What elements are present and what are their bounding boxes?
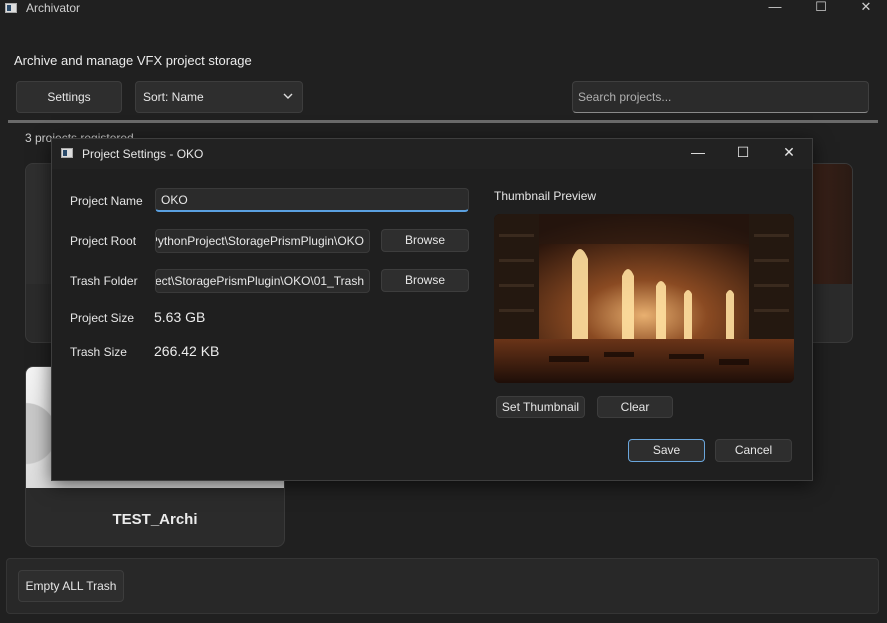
divider — [8, 120, 878, 123]
trash-folder-value: ject\StoragePrismPlugin\OKO\01_Trash — [155, 274, 364, 288]
page-subtitle: Archive and manage VFX project storage — [14, 53, 252, 68]
project-size-value: 5.63 GB — [154, 309, 206, 325]
maximize-icon[interactable]: ☐ — [729, 145, 757, 161]
dialog-title: Project Settings - OKO — [82, 147, 204, 161]
chevron-down-icon — [283, 82, 293, 124]
save-button[interactable]: Save — [628, 439, 705, 462]
dialog-titlebar: Project Settings - OKO — ☐ ✕ — [52, 139, 812, 169]
project-root-value: PythonProject\StoragePrismPlugin\OKO — [155, 234, 364, 248]
window-title: Archivator — [26, 1, 81, 15]
sort-dropdown[interactable]: Sort: Name — [135, 81, 303, 113]
project-name-label: Project Name — [70, 194, 143, 208]
project-root-label: Project Root — [70, 234, 137, 248]
minimize-icon[interactable]: — — [684, 145, 712, 161]
settings-button[interactable]: Settings — [16, 81, 122, 113]
project-root-input[interactable]: PythonProject\StoragePrismPlugin\OKO — [155, 229, 370, 253]
project-name: TEST_Archi — [112, 511, 198, 528]
trash-folder-label: Trash Folder — [70, 274, 138, 288]
maximize-icon[interactable]: ☐ — [798, 0, 844, 16]
cancel-button[interactable]: Cancel — [715, 439, 792, 462]
close-icon[interactable]: ✕ — [775, 145, 803, 161]
search-input[interactable]: Search projects... — [572, 81, 869, 113]
project-settings-dialog: Project Settings - OKO — ☐ ✕ Project Nam… — [51, 138, 813, 481]
window-titlebar: Archivator — ☐ ✕ — [0, 0, 887, 18]
empty-all-trash-button[interactable]: Empty ALL Trash — [18, 570, 124, 602]
thumbnail-preview-image — [494, 214, 794, 383]
app-icon — [61, 148, 73, 158]
bottom-bar — [6, 558, 879, 614]
app-icon — [5, 3, 17, 13]
clear-thumbnail-button[interactable]: Clear — [597, 396, 673, 418]
trash-folder-input[interactable]: ject\StoragePrismPlugin\OKO\01_Trash — [155, 269, 370, 293]
library-hall-image — [494, 214, 794, 383]
thumbnail-preview-label: Thumbnail Preview — [494, 189, 597, 203]
sort-label: Sort: Name — [143, 90, 204, 104]
browse-trash-button[interactable]: Browse — [381, 269, 469, 292]
trash-size-label: Trash Size — [70, 345, 127, 359]
project-size-label: Project Size — [70, 311, 135, 325]
close-icon[interactable]: ✕ — [843, 0, 887, 16]
project-name-input[interactable]: OKO — [155, 188, 469, 212]
minimize-icon[interactable]: — — [752, 0, 798, 16]
browse-root-button[interactable]: Browse — [381, 229, 469, 252]
trash-size-value: 266.42 KB — [154, 343, 220, 359]
set-thumbnail-button[interactable]: Set Thumbnail — [496, 396, 585, 418]
